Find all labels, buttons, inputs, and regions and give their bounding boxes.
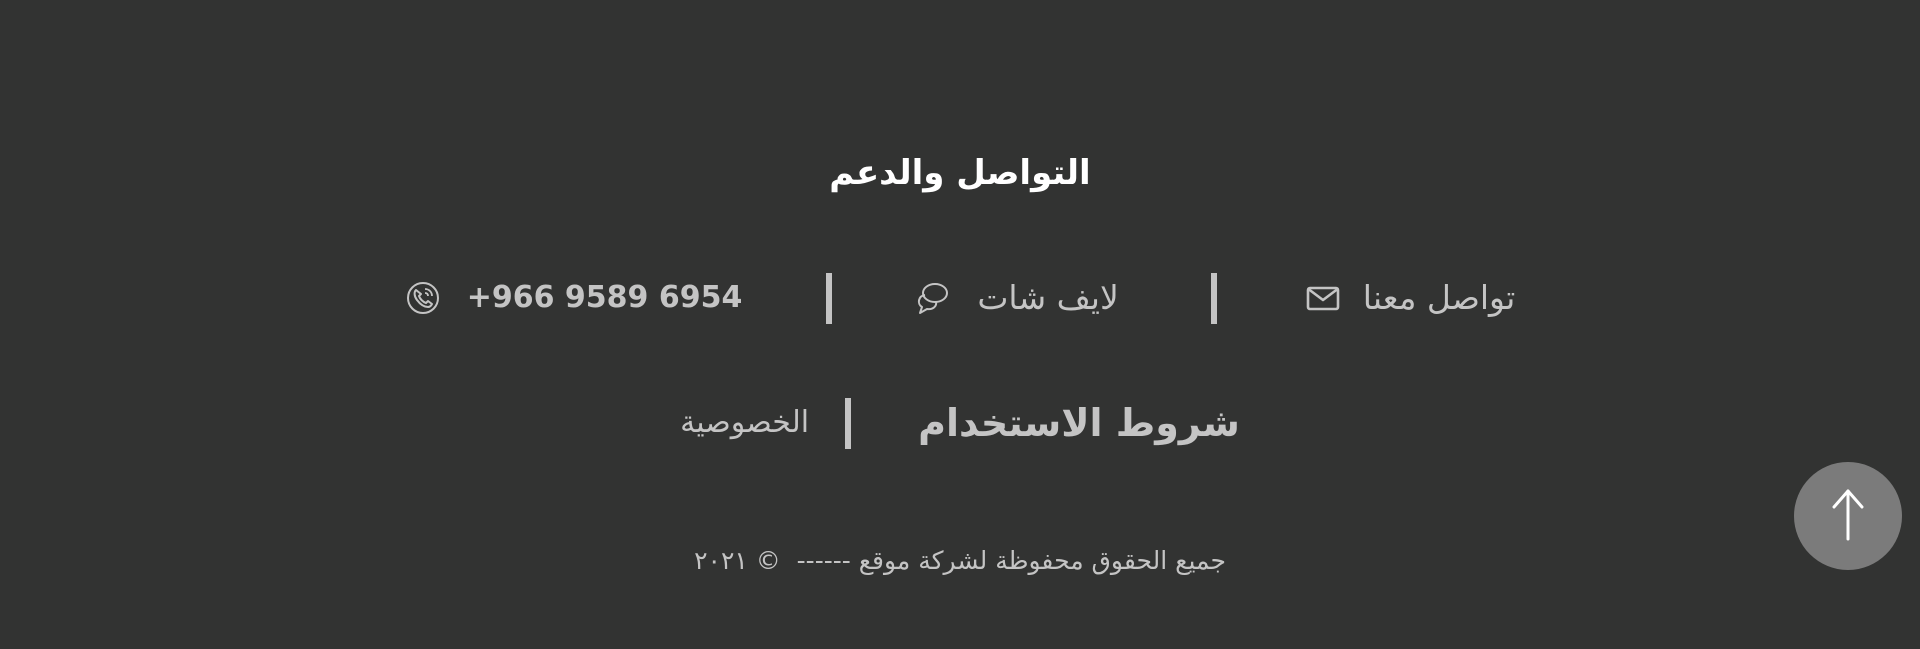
phone-link[interactable]: +966 9589 6954 (405, 276, 743, 320)
copyright-text: جميع الحقوق محفوظة لشركة موقع ------ © ٢… (694, 546, 1226, 575)
separator (826, 272, 833, 324)
separator (845, 397, 852, 449)
terms-link[interactable]: شروط الاستخدام (918, 398, 1240, 448)
separator (1210, 272, 1217, 324)
contact-us-link[interactable]: تواصل معنا (1305, 276, 1516, 320)
scroll-to-top-button[interactable] (1794, 462, 1902, 570)
arrow-up-icon (1825, 485, 1871, 547)
live-chat-label: لايف شات (977, 278, 1119, 317)
contact-row: تواصل معنا لايف شات +966 9589 6954 (0, 268, 1920, 328)
privacy-link[interactable]: الخصوصية (680, 401, 809, 445)
live-chat-link[interactable]: لايف شات (915, 276, 1119, 320)
chat-bubbles-icon (915, 280, 951, 316)
phone-label: +966 9589 6954 (466, 280, 743, 315)
contact-us-label: تواصل معنا (1362, 278, 1516, 317)
footer-title: التواصل والدعم (829, 153, 1091, 193)
footer: التواصل والدعم تواصل معنا لايف شات +966 … (0, 0, 1920, 649)
envelope-icon (1305, 280, 1341, 316)
legal-links-row: شروط الاستخدام الخصوصية (0, 396, 1920, 450)
phone-icon (405, 280, 441, 316)
